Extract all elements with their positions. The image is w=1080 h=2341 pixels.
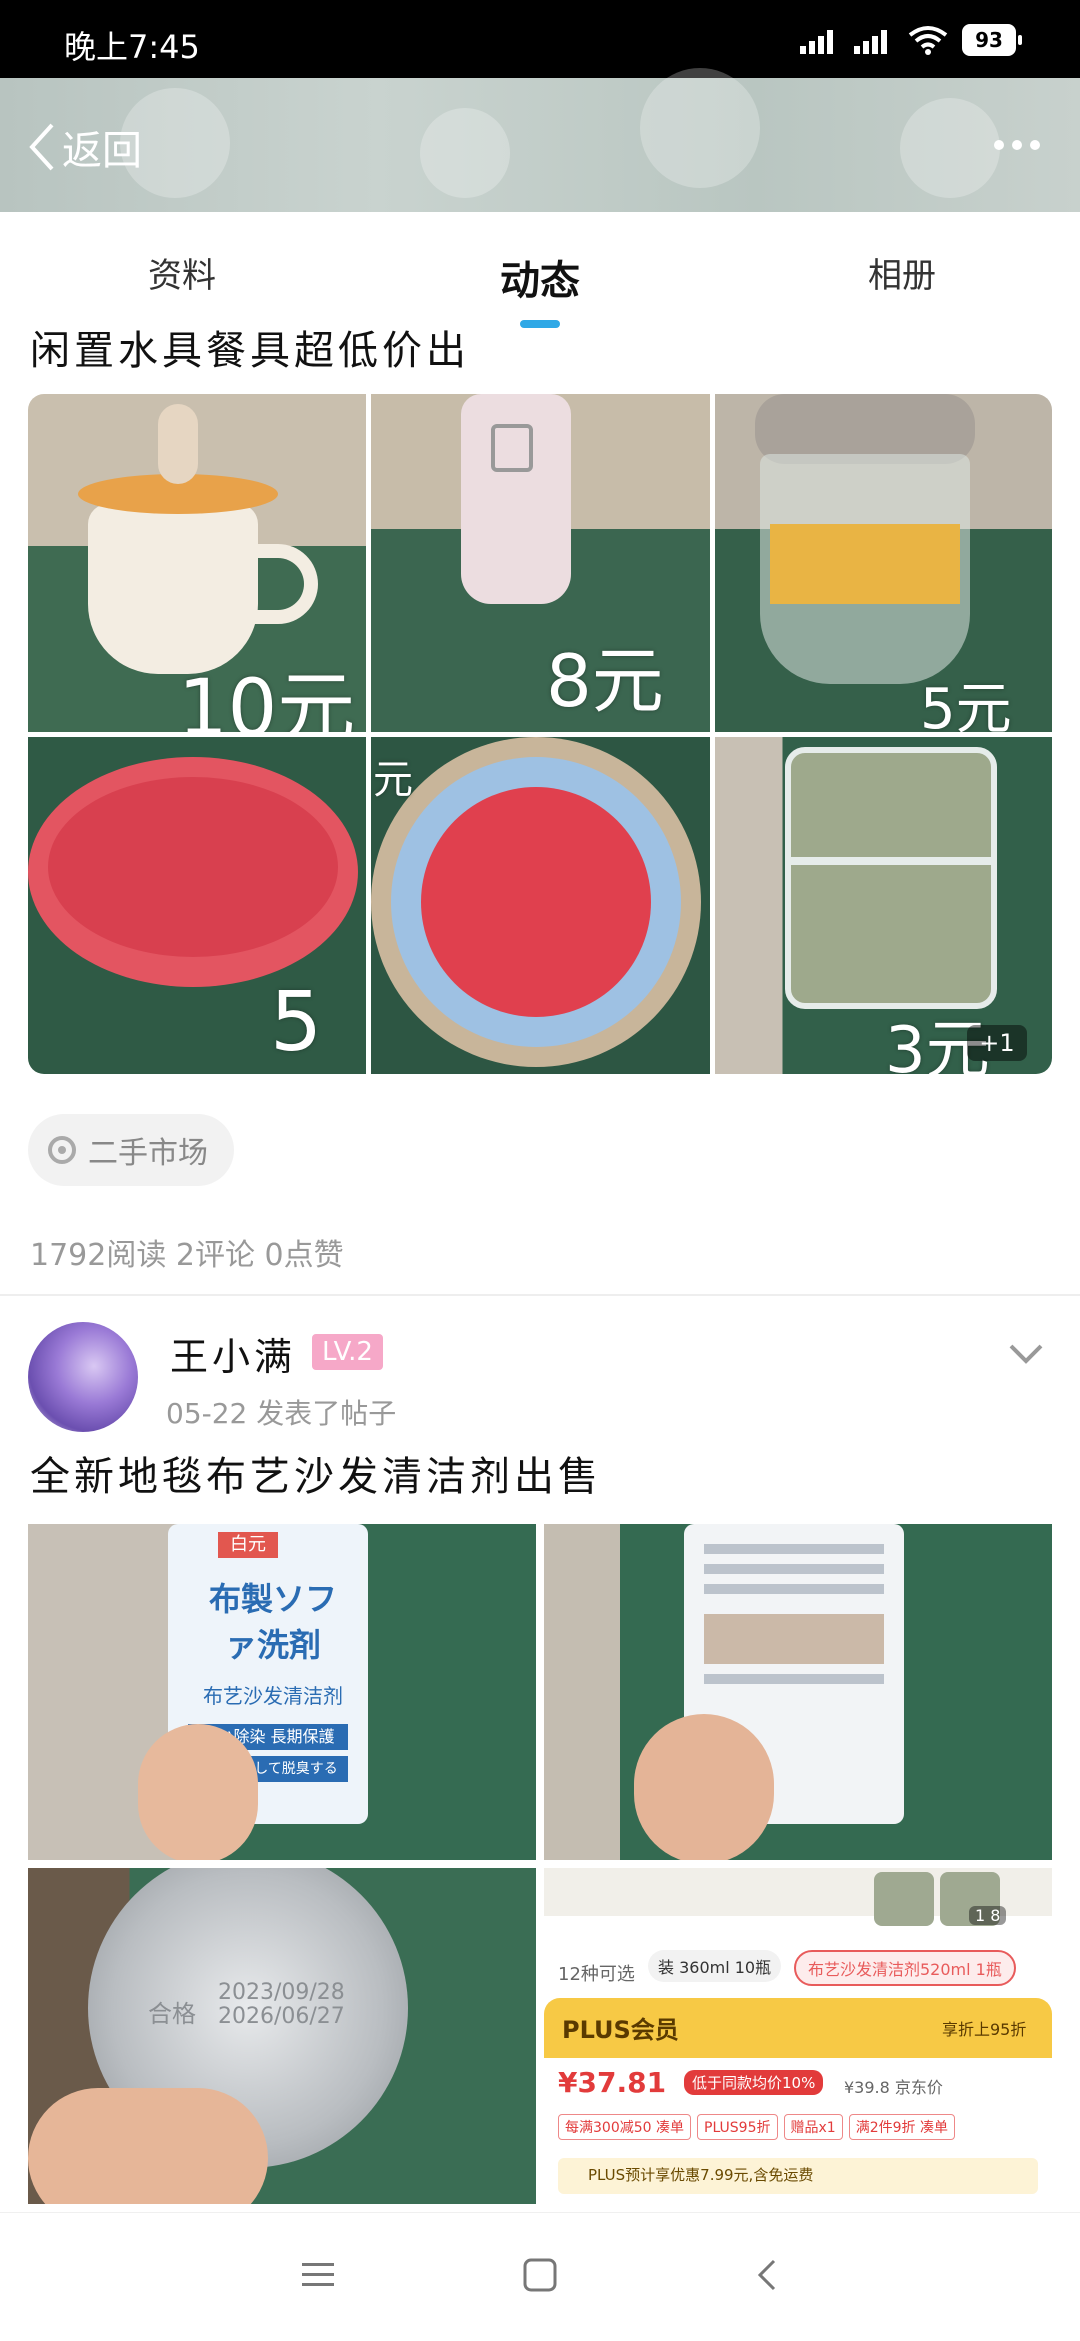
tab-posts[interactable]: 动态	[440, 248, 640, 306]
post-image[interactable]: 白元 布製ソフ ァ洗剤 布艺沙发清洁剂 臭い除染 長期保護 きれいにして脱臭する	[28, 1524, 536, 1860]
menu-icon[interactable]	[300, 2257, 336, 2293]
post-image[interactable]: 1 8 12种可选 装 360ml 10瓶 布艺沙发清洁剂520ml 1瓶 PL…	[544, 1868, 1052, 2204]
post-image[interactable]: 元	[371, 737, 710, 1074]
jd-price: ¥39.8 京东价	[844, 2078, 943, 2097]
topic-label: 二手市场	[88, 1136, 208, 1171]
post-meta: 05-22 发表了帖子	[166, 1397, 397, 1430]
tab-indicator	[520, 320, 560, 328]
price-label: 10元	[178, 664, 356, 732]
price-label: 5元	[270, 975, 323, 1070]
plus-right: 享折上95折	[942, 2020, 1027, 2039]
product-text: 布艺沙发清洁剂	[203, 1684, 343, 1708]
price-label: 5元	[920, 677, 1012, 732]
post-title[interactable]: 闲置水具餐具超低价出	[30, 318, 470, 376]
topic-tag[interactable]: 二手市场	[28, 1114, 234, 1186]
product-text: 布製ソフ ァ洗剤	[208, 1580, 337, 1664]
print-text: 2026/06/27	[218, 2004, 345, 2029]
author-name[interactable]: 王小满	[170, 1326, 296, 1381]
brand-label: 白元	[218, 1532, 278, 1558]
price-label: 元	[373, 757, 413, 803]
chevron-left-icon	[29, 123, 54, 171]
promo-tag: 赠品x1	[783, 2114, 843, 2140]
thumb-count: 1 8	[969, 1906, 1007, 1925]
post-image[interactable]: 8元	[371, 394, 710, 732]
post-image[interactable]: 10元	[28, 394, 366, 732]
plus-note: PLUS预计享优惠7.99元,含免运费	[588, 2166, 814, 2184]
profile-header: 返回	[0, 68, 1080, 212]
tab-albums[interactable]: 相册	[802, 248, 1002, 297]
post-image[interactable]: 合格 2023/09/28 2026/06/27	[28, 1868, 536, 2204]
wifi-icon	[908, 26, 948, 55]
promo-tag: 每满300减50 凑单	[558, 2114, 691, 2140]
print-text: 合格	[148, 2000, 196, 2028]
promo-tag: PLUS95折	[697, 2114, 778, 2140]
post-image-grid: 10元 8元 5元 5元 元 3元 +1	[28, 394, 1052, 1074]
chevron-down-icon[interactable]	[1008, 1342, 1044, 1366]
back-nav-icon[interactable]	[750, 2257, 786, 2293]
spec-option: 装 360ml 10瓶	[648, 1950, 782, 1982]
spec-label: 12种可选	[558, 1964, 635, 1985]
tab-profile[interactable]: 资料	[82, 248, 282, 297]
avatar[interactable]	[28, 1322, 138, 1432]
post-image[interactable]: 5元	[28, 737, 366, 1074]
more-images-badge: +1	[967, 1025, 1027, 1061]
price-label: 8元	[546, 639, 664, 723]
divider	[0, 1294, 1080, 1296]
signal-icon	[854, 30, 887, 54]
spec-option: 布艺沙发清洁剂520ml 1瓶	[794, 1950, 1016, 1986]
print-text: 2023/09/28	[218, 1980, 345, 2005]
back-label: 返回	[62, 128, 142, 174]
product-price: ¥37.81	[558, 2066, 667, 2099]
topic-icon	[48, 1136, 76, 1164]
promo-list: 每满300减50 凑单 PLUS95折 赠品x1 满2件9折 凑单	[558, 2114, 955, 2140]
post-image-grid: 白元 布製ソフ ァ洗剤 布艺沙发清洁剂 臭い除染 長期保護 きれいにして脱臭する …	[28, 1524, 1052, 2204]
more-options-icon[interactable]	[994, 140, 1040, 150]
plus-title: PLUS会员	[562, 2016, 679, 2044]
price-badge: 低于同款均价10%	[684, 2070, 824, 2095]
post-image[interactable]	[544, 1524, 1052, 1860]
home-icon[interactable]	[522, 2257, 558, 2293]
status-icons: 93	[800, 24, 1022, 56]
battery-icon: 93	[962, 24, 1022, 56]
signal-icon	[800, 30, 833, 54]
system-nav-bar	[0, 2212, 1080, 2341]
profile-tabs: 资料 动态 相册	[0, 212, 1080, 330]
status-time: 晚上7:45	[64, 28, 200, 66]
promo-tag: 满2件9折 凑单	[848, 2114, 955, 2140]
post-stats: 1792阅读 2评论 0点赞	[30, 1238, 344, 1273]
post-title[interactable]: 全新地毯布艺沙发清洁剂出售	[30, 1444, 602, 1502]
back-button[interactable]: 返回	[26, 118, 142, 176]
post-image[interactable]: 3元 +1	[715, 737, 1052, 1074]
status-bar: 晚上7:45 93	[0, 0, 1080, 78]
post-image[interactable]: 5元	[715, 394, 1052, 732]
level-badge: LV.2	[312, 1334, 383, 1370]
